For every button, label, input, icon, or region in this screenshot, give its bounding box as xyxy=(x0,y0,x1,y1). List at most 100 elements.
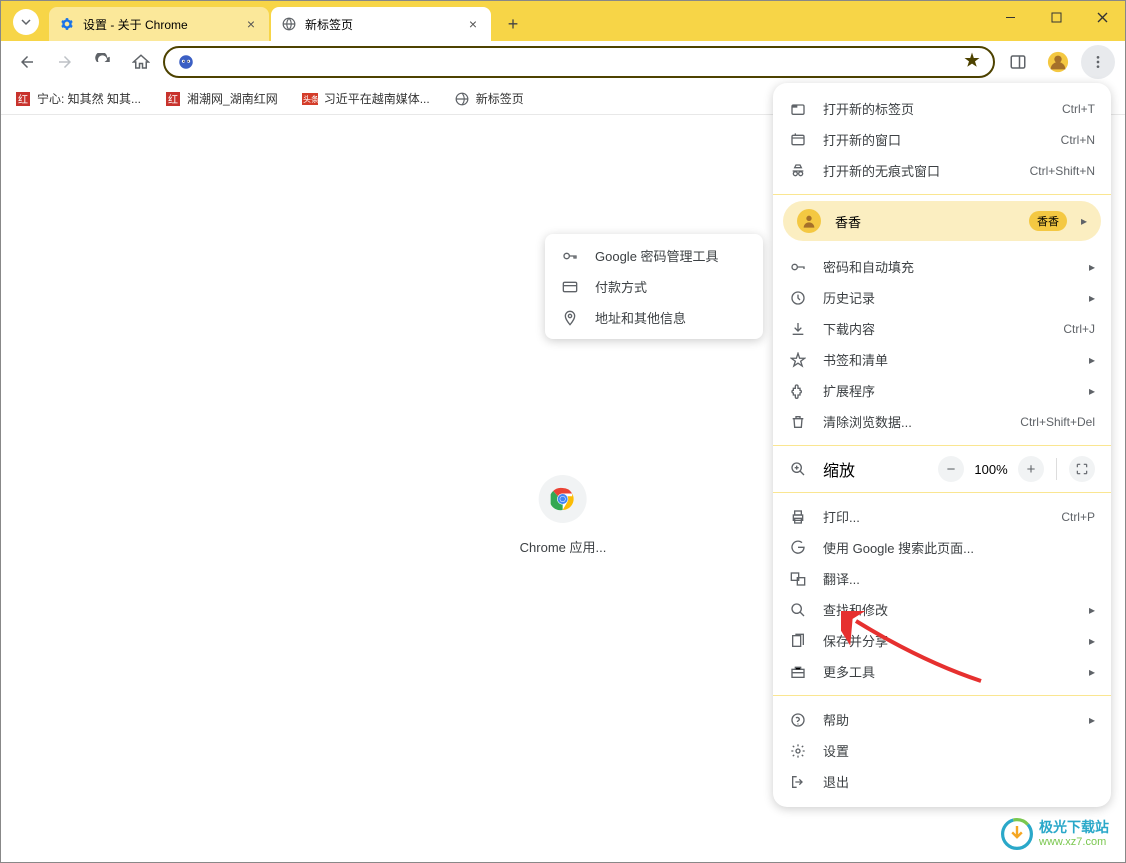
help-icon xyxy=(789,711,807,729)
bookmark-label: 宁心: 知其然 知其... xyxy=(37,90,141,107)
close-icon[interactable]: × xyxy=(243,16,259,32)
menu-item-new-window[interactable]: 打开新的窗口Ctrl+N xyxy=(773,124,1111,155)
menu-profile-row[interactable]: 香香 香香 ▸ xyxy=(783,201,1101,241)
svg-text:红: 红 xyxy=(168,93,178,106)
menu-item-help[interactable]: 帮助▸ xyxy=(773,704,1111,735)
menu-label: 下载内容 xyxy=(823,319,1047,338)
maximize-button[interactable] xyxy=(1033,1,1079,33)
chrome-apps-shortcut[interactable]: Chrome 应用... xyxy=(520,475,607,556)
chevron-right-icon: ▸ xyxy=(1089,260,1095,274)
forward-button[interactable] xyxy=(49,46,81,78)
more-menu-button[interactable] xyxy=(1081,45,1115,79)
bookmark-label: 湘潮网_湖南红网 xyxy=(187,90,278,107)
menu-label: 设置 xyxy=(823,741,1095,760)
menu-item-incognito[interactable]: 打开新的无痕式窗口Ctrl+Shift+N xyxy=(773,155,1111,186)
menu-label: Google 密码管理工具 xyxy=(595,246,747,265)
menu-item-payment[interactable]: 付款方式 xyxy=(545,271,763,302)
tab-settings[interactable]: 设置 - 关于 Chrome × xyxy=(49,7,269,41)
home-button[interactable] xyxy=(125,46,157,78)
zoom-in-button[interactable]: + xyxy=(1018,456,1044,482)
browser-window: 设置 - 关于 Chrome × 新标签页 × + xyxy=(0,0,1126,863)
share-icon xyxy=(789,632,807,650)
menu-shortcut: Ctrl+Shift+N xyxy=(1030,164,1095,178)
download-icon xyxy=(789,320,807,338)
bookmark-link[interactable]: 红湘潮网_湖南红网 xyxy=(165,90,278,107)
main-menu: 打开新的标签页Ctrl+T 打开新的窗口Ctrl+N 打开新的无痕式窗口Ctrl… xyxy=(773,83,1111,807)
reload-button[interactable] xyxy=(87,46,119,78)
menu-item-more-tools[interactable]: 更多工具 ▸ xyxy=(773,656,1111,687)
toolbar xyxy=(1,41,1125,83)
menu-item-settings[interactable]: 设置 xyxy=(773,735,1111,766)
watermark-title: 极光下载站 xyxy=(1039,819,1109,836)
back-button[interactable] xyxy=(11,46,43,78)
menu-item-find[interactable]: 查找和修改▸ xyxy=(773,594,1111,625)
menu-label: 退出 xyxy=(823,772,1095,791)
menu-zoom-row: 缩放 − 100% + xyxy=(773,450,1111,488)
tab-new[interactable]: 新标签页 × xyxy=(271,7,491,41)
url-input[interactable] xyxy=(205,55,953,70)
window-controls xyxy=(987,1,1125,33)
incognito-icon xyxy=(789,162,807,180)
card-icon xyxy=(561,278,579,296)
tab-search-button[interactable] xyxy=(13,9,39,35)
svg-text:红: 红 xyxy=(18,93,28,106)
menu-item-print[interactable]: 打印...Ctrl+P xyxy=(773,501,1111,532)
fullscreen-button[interactable] xyxy=(1069,456,1095,482)
bookmark-favicon: 红 xyxy=(15,91,31,107)
chevron-right-icon: ▸ xyxy=(1089,665,1095,679)
bookmark-link[interactable]: 红宁心: 知其然 知其... xyxy=(15,90,141,107)
menu-item-password-manager[interactable]: Google 密码管理工具 xyxy=(545,240,763,271)
address-bar[interactable] xyxy=(163,46,995,78)
menu-item-extensions[interactable]: 扩展程序 ▸ xyxy=(773,375,1111,406)
menu-item-bookmarks[interactable]: 书签和清单▸ xyxy=(773,344,1111,375)
history-icon xyxy=(789,289,807,307)
zoom-value: 100% xyxy=(972,462,1010,477)
chevron-right-icon: ▸ xyxy=(1089,384,1095,398)
trash-icon xyxy=(789,413,807,431)
menu-item-downloads[interactable]: 下载内容Ctrl+J xyxy=(773,313,1111,344)
minimize-button[interactable] xyxy=(987,1,1033,33)
svg-text:头条: 头条 xyxy=(303,94,318,104)
key-icon xyxy=(561,247,579,265)
bookmark-favicon: 红 xyxy=(165,91,181,107)
window-icon xyxy=(789,131,807,149)
menu-item-history[interactable]: 历史记录▸ xyxy=(773,282,1111,313)
side-panel-button[interactable] xyxy=(1001,45,1035,79)
menu-label: 更多工具 xyxy=(823,662,1073,681)
menu-label: 保存并分享 xyxy=(823,631,1073,650)
menu-item-google-search[interactable]: 使用 Google 搜索此页面... xyxy=(773,532,1111,563)
globe-icon xyxy=(454,91,470,107)
menu-label: 帮助 xyxy=(823,710,1073,729)
close-icon[interactable]: × xyxy=(465,16,481,32)
menu-item-exit[interactable]: 退出 xyxy=(773,766,1111,797)
site-identity-icon xyxy=(177,53,195,71)
menu-label: 打开新的窗口 xyxy=(823,130,1045,149)
tab-strip: 设置 - 关于 Chrome × 新标签页 × + xyxy=(1,1,1125,41)
menu-item-share[interactable]: 保存并分享 ▸ xyxy=(773,625,1111,656)
zoom-icon xyxy=(789,460,807,478)
menu-item-new-tab[interactable]: 打开新的标签页Ctrl+T xyxy=(773,93,1111,124)
toolbox-icon xyxy=(789,663,807,681)
new-tab-button[interactable]: + xyxy=(499,10,527,38)
bookmark-link[interactable]: 新标签页 xyxy=(454,90,524,107)
bookmark-link[interactable]: 头条习近平在越南媒体... xyxy=(302,90,430,107)
tab-title: 设置 - 关于 Chrome xyxy=(83,16,243,33)
menu-shortcut: Ctrl+P xyxy=(1061,510,1095,524)
menu-item-autofill[interactable]: 密码和自动填充▸ xyxy=(773,251,1111,282)
chevron-right-icon: ▸ xyxy=(1089,603,1095,617)
profile-button[interactable] xyxy=(1041,45,1075,79)
menu-item-addresses[interactable]: 地址和其他信息 xyxy=(545,302,763,333)
menu-item-translate[interactable]: 翻译... xyxy=(773,563,1111,594)
bookmark-favicon: 头条 xyxy=(302,91,318,107)
key-icon xyxy=(789,258,807,276)
menu-shortcut: Ctrl+T xyxy=(1062,102,1095,116)
bookmark-star-icon[interactable] xyxy=(963,51,981,74)
menu-label: 扩展程序 xyxy=(823,381,1073,400)
chevron-right-icon: ▸ xyxy=(1089,291,1095,305)
zoom-out-button[interactable]: − xyxy=(938,456,964,482)
menu-label: 书签和清单 xyxy=(823,350,1073,369)
menu-item-clear-data[interactable]: 清除浏览数据...Ctrl+Shift+Del xyxy=(773,406,1111,437)
menu-label: 使用 Google 搜索此页面... xyxy=(823,538,1095,557)
close-window-button[interactable] xyxy=(1079,1,1125,33)
chevron-right-icon: ▸ xyxy=(1089,634,1095,648)
